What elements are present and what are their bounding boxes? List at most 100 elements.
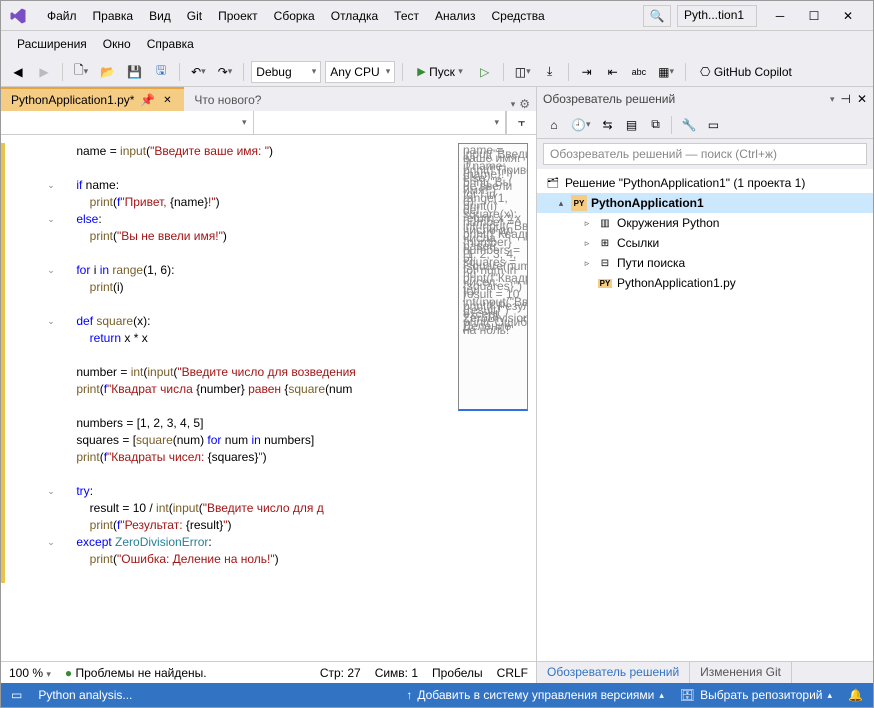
code-editor[interactable]: name = input("Введите ваше имя: ") ⌄ if … xyxy=(1,135,536,661)
pane-tab-git[interactable]: Изменения Git xyxy=(690,662,792,683)
pin-button[interactable]: ⊣ xyxy=(840,92,850,106)
save-button[interactable]: 💾 xyxy=(123,61,146,83)
new-item-button[interactable]: 🗋▾ xyxy=(70,61,92,83)
preview-button[interactable]: ▭ xyxy=(702,114,724,136)
open-button[interactable]: 📂 xyxy=(96,61,119,83)
search-icon: 🔍 xyxy=(650,9,665,23)
tab-overflow-button[interactable]: ▾ xyxy=(511,99,516,110)
notifications-button[interactable]: 🔔 xyxy=(848,688,863,702)
back-button[interactable]: ◀ xyxy=(7,61,29,83)
comment-btn[interactable]: ▦▾ xyxy=(654,61,678,83)
forward-button[interactable]: ▶ xyxy=(33,61,55,83)
split-button[interactable]: ⫟ xyxy=(506,111,536,134)
eol-status[interactable]: CRLF xyxy=(497,666,528,680)
config-combo[interactable]: Debug▾ xyxy=(251,61,321,83)
search-button[interactable]: 🔍 xyxy=(643,5,671,27)
titlebar: ФайлПравкаВидGitПроектСборкаОтладкаТестА… xyxy=(1,1,873,31)
history-button[interactable]: 🕘▾ xyxy=(567,114,594,136)
spaces-status[interactable]: Пробелы xyxy=(432,666,483,680)
py-project-icon: PY xyxy=(571,195,587,211)
check-icon: ● xyxy=(65,666,72,680)
member-combo[interactable]: ▾ xyxy=(254,111,507,134)
repo-icon: 🗄 xyxy=(680,688,695,702)
document-tabs: PythonApplication1.py* 📌 ✕ Что нового? ▾… xyxy=(1,87,536,111)
node-icon: ▥ xyxy=(597,215,613,231)
project-node[interactable]: ▴ PY PythonApplication1 xyxy=(537,193,873,213)
zoom-combo[interactable]: 100 % ▾ xyxy=(9,666,51,680)
home-button[interactable]: ⌂ xyxy=(543,114,565,136)
copilot-button[interactable]: ⎔ GitHub Copilot xyxy=(693,61,799,83)
tree-node[interactable]: ▹⊞Ссылки xyxy=(537,233,873,253)
solution-search-input[interactable]: Обозреватель решений — поиск (Ctrl+ж) xyxy=(543,143,867,165)
menu-Git[interactable]: Git xyxy=(179,5,210,27)
menu-Правка[interactable]: Правка xyxy=(85,5,142,27)
menu-Проект[interactable]: Проект xyxy=(210,5,266,27)
close-button[interactable]: ✕ xyxy=(831,3,865,29)
find-btn[interactable]: abc xyxy=(628,61,651,83)
problems-status[interactable]: ● Проблемы не найдены. xyxy=(65,666,207,680)
sync-button[interactable]: ⇆ xyxy=(596,114,618,136)
pane-header: Обозреватель решений ▾ ⊣ ✕ xyxy=(537,87,873,111)
expand-icon[interactable]: ▹ xyxy=(581,218,593,229)
pin-icon[interactable]: 📌 xyxy=(140,93,154,107)
expand-icon[interactable]: ▹ xyxy=(581,238,593,249)
close-tab-button[interactable]: ✕ xyxy=(160,93,174,107)
tab-label: PythonApplication1.py* xyxy=(11,93,134,107)
menu-Окно[interactable]: Окно xyxy=(95,33,139,55)
analysis-status[interactable]: Python analysis... xyxy=(38,688,132,702)
platform-combo[interactable]: Any CPU▾ xyxy=(325,61,395,83)
pane-options-button[interactable]: ▾ xyxy=(830,94,835,105)
menu-bar: ФайлПравкаВидGitПроектСборкаОтладкаТестА… xyxy=(39,5,643,27)
add-vcs-button[interactable]: ↑Добавить в систему управления версиями▴ xyxy=(406,688,664,702)
expand-icon[interactable]: ▹ xyxy=(581,258,593,269)
copilot-icon: ⎔ xyxy=(700,65,710,79)
menu-Вид[interactable]: Вид xyxy=(141,5,179,27)
tool-btn-2[interactable]: ⤓ xyxy=(539,61,561,83)
tab-settings-button[interactable]: ⚙ xyxy=(519,97,530,111)
pane-tab-solution[interactable]: Обозреватель решений xyxy=(537,662,690,683)
outdent-btn[interactable]: ⇤ xyxy=(602,61,624,83)
tree-node[interactable]: PYPythonApplication1.py xyxy=(537,273,873,293)
select-repo-button[interactable]: 🗄Выбрать репозиторий▴ xyxy=(680,688,832,702)
save-all-icon: 🖫 xyxy=(156,61,166,82)
redo-button[interactable]: ↷▾ xyxy=(214,61,237,83)
tree-node[interactable]: ▹▥Окружения Python xyxy=(537,213,873,233)
menu-Расширения[interactable]: Расширения xyxy=(9,33,95,55)
menu-Средства[interactable]: Средства xyxy=(484,5,553,27)
editor-pane: PythonApplication1.py* 📌 ✕ Что нового? ▾… xyxy=(1,87,537,683)
minimap[interactable]: name = input("Введите ваше имя: ") if na… xyxy=(458,143,528,411)
scope-combo[interactable]: ▾ xyxy=(1,111,254,134)
expand-icon[interactable]: ▴ xyxy=(555,198,567,209)
properties-button[interactable]: 🔧 xyxy=(677,114,700,136)
main-toolbar: ◀ ▶ 🗋▾ 📂 💾 🖫 ↶▾ ↷▾ Debug▾ Any CPU▾ ▶ Пус… xyxy=(1,57,873,87)
run-button[interactable]: ▶ Пуск ▾ xyxy=(410,61,469,83)
pane-tabs: Обозреватель решений Изменения Git xyxy=(537,661,873,683)
minimize-button[interactable]: ─ xyxy=(763,3,797,29)
tree-node[interactable]: ▹⊟Пути поиска xyxy=(537,253,873,273)
show-all-button[interactable]: ▤ xyxy=(620,114,642,136)
pane-toolbar: ⌂ 🕘▾ ⇆ ▤ ⧉ 🔧 ▭ xyxy=(537,111,873,139)
menu-Сборка[interactable]: Сборка xyxy=(266,5,323,27)
tab-label: Что нового? xyxy=(194,93,261,107)
menu-Файл[interactable]: Файл xyxy=(39,5,85,27)
menu-Отладка[interactable]: Отладка xyxy=(323,5,386,27)
node-icon: ⊞ xyxy=(597,235,613,251)
menu-Тест[interactable]: Тест xyxy=(386,5,427,27)
menu-Анализ[interactable]: Анализ xyxy=(427,5,484,27)
maximize-button[interactable]: ☐ xyxy=(797,3,831,29)
collapse-button[interactable]: ⧉ xyxy=(644,114,666,136)
solution-tree[interactable]: 🗂 Решение "PythonApplication1" (1 проект… xyxy=(537,169,873,661)
play-outline-icon: ▷ xyxy=(480,65,489,79)
menu-Справка[interactable]: Справка xyxy=(139,33,202,55)
output-button[interactable]: ▭ xyxy=(11,688,22,702)
tab-active[interactable]: PythonApplication1.py* 📌 ✕ xyxy=(1,87,184,111)
save-all-button[interactable]: 🖫 xyxy=(150,61,172,83)
close-pane-button[interactable]: ✕ xyxy=(857,92,867,106)
tool-btn-1[interactable]: ◫▾ xyxy=(511,61,535,83)
solution-root[interactable]: 🗂 Решение "PythonApplication1" (1 проект… xyxy=(537,173,873,193)
undo-button[interactable]: ↶▾ xyxy=(187,61,210,83)
indent-btn[interactable]: ⇥ xyxy=(576,61,598,83)
solution-explorer-pane: Обозреватель решений ▾ ⊣ ✕ ⌂ 🕘▾ ⇆ ▤ ⧉ 🔧 … xyxy=(537,87,873,683)
tab-whatsnew[interactable]: Что нового? xyxy=(184,87,271,111)
run-without-debug-button[interactable]: ▷ xyxy=(474,61,496,83)
